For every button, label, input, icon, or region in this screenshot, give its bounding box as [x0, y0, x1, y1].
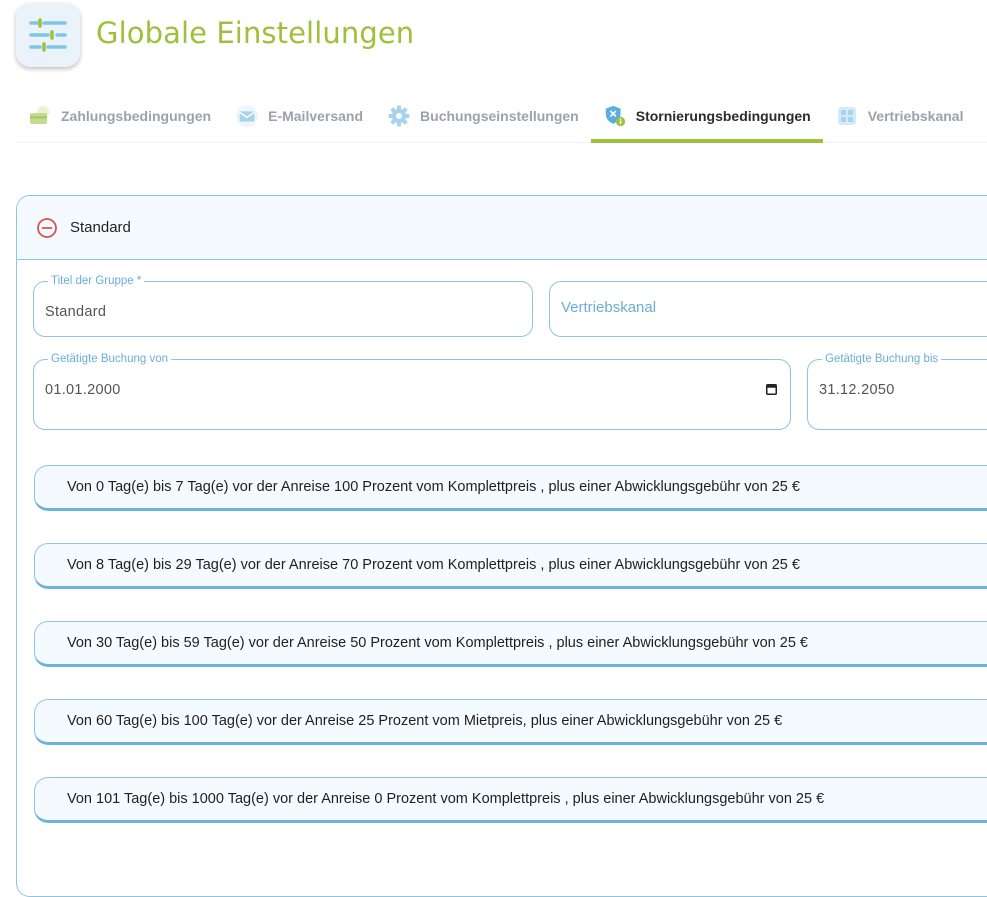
cancellation-rule-item[interactable]: Von 101 Tag(e) bis 1000 Tag(e) vor der A…	[34, 777, 987, 823]
tab-vertriebskanal[interactable]: Vertriebskanal	[823, 90, 976, 142]
envelope-icon	[235, 104, 259, 128]
sales-channel-placeholder: Vertriebskanal	[561, 299, 657, 316]
tab-buchungseinstellungen[interactable]: Buchungseinstellungen	[375, 90, 591, 142]
tab-label: Buchungseinstellungen	[420, 108, 579, 124]
booking-to-value: 31.12.2050	[819, 382, 895, 398]
shield-cancel-icon	[603, 104, 627, 128]
page-title: Globale Einstellungen	[96, 16, 415, 50]
group-header[interactable]: Standard	[17, 196, 987, 260]
tab-e-mailversand[interactable]: E-Mailversand	[223, 90, 375, 142]
gear-icon	[387, 104, 411, 128]
payment-card-icon	[28, 104, 52, 128]
booking-to-date-field[interactable]: Getätigte Buchung bis 31.12.2050	[807, 352, 987, 430]
sliders-icon	[29, 18, 67, 52]
group-title-value: Standard	[45, 304, 107, 320]
cancellation-rule-item[interactable]: Von 30 Tag(e) bis 59 Tag(e) vor der Anre…	[34, 621, 987, 667]
sales-channel-select[interactable]: Vertriebskanal	[549, 281, 987, 337]
booking-from-value: 01.01.2000	[45, 382, 121, 398]
app-icon	[16, 3, 80, 67]
cancellation-rule-item[interactable]: Von 0 Tag(e) bis 7 Tag(e) vor der Anreis…	[34, 465, 987, 511]
tab-label: Vertriebskanal	[867, 108, 964, 124]
settings-tabs: Zahlungsbedingungen E-Mailversand Buchun…	[16, 90, 987, 143]
booking-to-legend: Getätigte Buchung bis	[822, 352, 942, 366]
group-title-field[interactable]: Titel der Gruppe * Standard	[33, 274, 533, 337]
tab-label: E-Mailversand	[268, 108, 364, 124]
booking-from-legend: Getätigte Buchung von	[48, 352, 171, 366]
grid-icon	[835, 104, 859, 128]
cancellation-rule-item[interactable]: Von 8 Tag(e) bis 29 Tag(e) vor der Anrei…	[34, 543, 987, 589]
tab-zahlungsbedingungen[interactable]: Zahlungsbedingungen	[16, 90, 223, 142]
tab-stornierungsbedingungen[interactable]: Stornierungsbedingungen	[590, 90, 823, 143]
tab-label: Stornierungsbedingungen	[635, 108, 811, 124]
cancellation-rule-item[interactable]: Von 60 Tag(e) bis 100 Tag(e) vor der Anr…	[34, 699, 987, 745]
minus-circle-icon[interactable]	[36, 217, 58, 239]
booking-from-date-field[interactable]: Getätigte Buchung von 01.01.2000	[33, 352, 791, 430]
tab-label: Zahlungsbedingungen	[61, 108, 212, 124]
calendar-icon[interactable]	[766, 384, 777, 395]
group-title-legend: Titel der Gruppe *	[48, 274, 145, 288]
group-header-title: Standard	[70, 219, 131, 236]
